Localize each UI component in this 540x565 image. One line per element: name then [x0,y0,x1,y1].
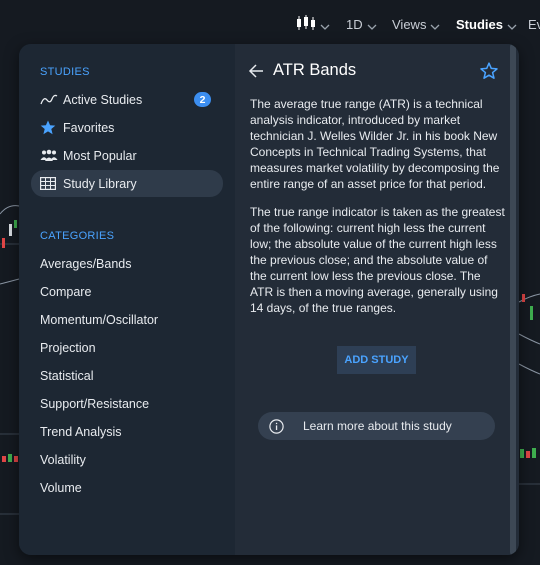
studies-heading: STUDIES [40,66,90,78]
category-support-resistance[interactable]: Support/Resistance [40,397,149,411]
learn-more-label: Learn more about this study [303,419,452,433]
category-statistical[interactable]: Statistical [40,369,94,383]
chevron-down-icon [430,22,440,32]
study-description-1: The average true range (ATR) is a techni… [250,97,500,191]
sidebar-item-study-library[interactable]: Study Library [31,170,223,197]
info-icon [269,418,284,434]
sidebar-item-most-popular[interactable]: Most Popular [31,142,223,169]
category-averages-bands[interactable]: Averages/Bands [40,257,132,271]
category-volume[interactable]: Volume [40,481,82,495]
sidebar-item-label: Most Popular [63,148,137,163]
events-label: Ev [528,16,540,32]
candlestick-icon [296,14,316,35]
sidebar-item-label: Active Studies [63,92,143,107]
star-filled-icon [40,120,60,136]
category-projection[interactable]: Projection [40,341,96,355]
studies-menu[interactable]: Studies [456,14,517,34]
study-detail: ATR Bands The average true range (ATR) i… [235,44,519,555]
active-count-badge: 2 [194,92,211,107]
library-icon [40,176,60,192]
events-menu[interactable]: Ev [528,14,540,34]
chevron-down-icon [367,22,377,32]
scrollbar-thumb[interactable] [510,44,516,555]
studies-panel: STUDIES Active Studies 2 Favorites Most … [19,44,519,555]
add-study-button[interactable]: ADD STUDY [337,346,416,374]
chart-type-selector[interactable] [296,14,330,34]
trend-line-icon [40,92,60,108]
category-momentum-oscillator[interactable]: Momentum/Oscillator [40,313,158,327]
sidebar-item-label: Favorites [63,120,115,135]
people-icon [40,148,60,164]
studies-label: Studies [456,16,503,32]
categories-heading: CATEGORIES [40,230,115,242]
top-toolbar: 1D Views Studies Ev [0,0,540,44]
category-volatility[interactable]: Volatility [40,453,86,467]
favorite-star-icon[interactable] [480,62,498,80]
views-label: Views [392,16,427,32]
interval-label: 1D [346,16,363,32]
sidebar-item-favorites[interactable]: Favorites [31,114,223,141]
category-compare[interactable]: Compare [40,285,91,299]
study-title: ATR Bands [273,61,357,79]
studies-sidebar: STUDIES Active Studies 2 Favorites Most … [19,44,235,555]
panel-scrollbar[interactable] [510,44,516,555]
views-menu[interactable]: Views [392,14,440,34]
back-arrow-icon[interactable] [248,63,264,79]
sidebar-item-active-studies[interactable]: Active Studies 2 [31,86,223,113]
chevron-down-icon [320,22,330,32]
study-description-2: The true range indicator is taken as the… [250,205,505,315]
interval-selector[interactable]: 1D [346,14,377,34]
chevron-down-icon [507,22,517,32]
sidebar-item-label: Study Library [63,176,137,191]
category-trend-analysis[interactable]: Trend Analysis [40,425,122,439]
learn-more-button[interactable]: Learn more about this study [258,412,495,440]
